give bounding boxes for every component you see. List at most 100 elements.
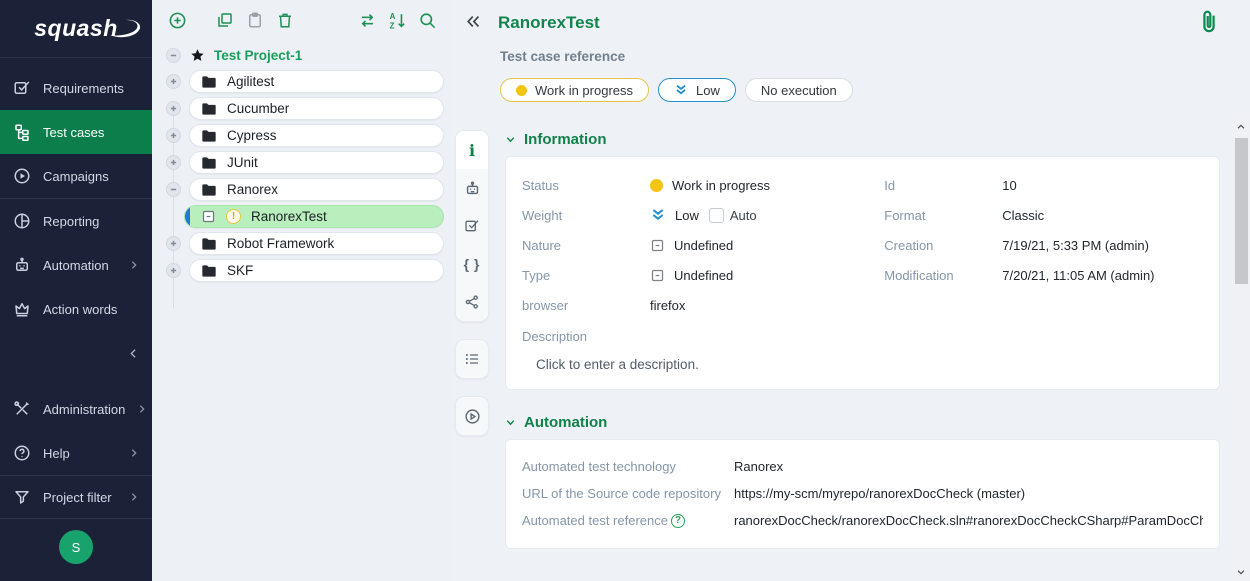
scrollbar-thumb[interactable] <box>1235 138 1248 284</box>
attachments-button[interactable] <box>1198 9 1220 35</box>
double-chevron-down-icon <box>674 83 688 97</box>
tab-executions[interactable] <box>456 397 488 435</box>
anchor-group-executions <box>455 396 489 436</box>
field-automated-test-reference: Automated test reference ? ranorexDocChe… <box>522 507 1203 534</box>
folder-row[interactable]: Agilitest <box>189 70 444 93</box>
test-case-tree-panel: AZ Test Project-1 Agilitest <box>152 0 452 581</box>
folder-row[interactable]: Ranorex <box>189 178 444 201</box>
chevron-down-icon <box>505 417 516 428</box>
weight-value[interactable]: Low <box>650 207 699 223</box>
status-badges: Work in progress Low No execution <box>500 78 853 102</box>
execution-badge[interactable]: No execution <box>745 78 853 102</box>
collapse-panel-button[interactable] <box>465 13 482 30</box>
user-avatar[interactable]: S <box>59 530 93 564</box>
browser-value[interactable]: firefox <box>650 298 685 313</box>
expand-node-button[interactable] <box>166 236 181 251</box>
tree-node-test-case-selected: ! RanorexTest <box>152 203 452 230</box>
tab-datasets[interactable] <box>456 283 488 321</box>
auto-weight-checkbox[interactable] <box>709 208 724 223</box>
field-label: browser <box>522 298 650 313</box>
repository-url-value[interactable]: https://my-scm/myrepo/ranorexDocCheck (m… <box>734 486 1025 501</box>
status-badge[interactable]: Work in progress <box>500 78 649 102</box>
expand-node-button[interactable] <box>166 74 181 89</box>
folder-label: Agilitest <box>227 74 274 89</box>
new-item-button[interactable] <box>166 9 188 31</box>
sidebar-item-automation[interactable]: Automation <box>0 243 152 287</box>
folder-row[interactable]: Cucumber <box>189 97 444 120</box>
exchange-arrows-icon <box>358 11 377 30</box>
automation-section-header[interactable]: Automation <box>505 414 1220 431</box>
nature-value[interactable]: Undefined <box>650 238 733 253</box>
sidebar-item-help[interactable]: Help <box>0 431 152 475</box>
tab-test-steps[interactable] <box>456 340 488 378</box>
sidebar-item-project-filter[interactable]: Project filter <box>0 476 152 518</box>
copy-button[interactable] <box>214 9 236 31</box>
project-filter-funnel-icon <box>13 488 31 506</box>
weight-badge[interactable]: Low <box>658 78 736 102</box>
information-section-header[interactable]: Information <box>505 131 1220 148</box>
sidebar-item-label: Reporting <box>43 214 99 229</box>
information-card: Status Work in progress Weight Low <box>505 156 1220 390</box>
page-subtitle: Test case reference <box>500 49 625 64</box>
sidebar-item-action-words[interactable]: Action words <box>0 287 152 331</box>
modification-value: 7/20/21, 11:05 AM (admin) <box>1002 268 1154 283</box>
sidebar-item-administration[interactable]: Administration <box>0 387 152 431</box>
description-placeholder[interactable]: Click to enter a description. <box>536 357 1203 372</box>
tree-node-project[interactable]: Test Project-1 <box>152 42 452 68</box>
help-tooltip-icon[interactable]: ? <box>671 514 685 528</box>
tree-node-folder: SKF <box>152 257 452 284</box>
expand-node-button[interactable] <box>166 101 181 116</box>
test-case-row[interactable]: ! RanorexTest <box>184 205 444 228</box>
expand-node-button[interactable] <box>166 155 181 170</box>
squash-logo[interactable]: squash <box>0 0 152 58</box>
folder-label: Ranorex <box>227 182 278 197</box>
field-label: Modification <box>884 268 1002 283</box>
folder-row[interactable]: Robot Framework <box>189 232 444 255</box>
tab-automation[interactable] <box>456 169 488 207</box>
tree-node-folder: Cypress <box>152 122 452 149</box>
delete-button[interactable] <box>274 9 296 31</box>
sidebar-item-test-cases[interactable]: Test cases <box>0 110 152 154</box>
collapse-node-button[interactable] <box>166 182 181 197</box>
expand-node-button[interactable] <box>166 128 181 143</box>
square-minus-icon <box>650 238 665 253</box>
expand-node-button[interactable] <box>166 263 181 278</box>
field-label: Weight <box>522 208 650 223</box>
folder-row[interactable]: Cypress <box>189 124 444 147</box>
technology-value[interactable]: Ranorex <box>734 459 783 474</box>
sidebar-item-label: Test cases <box>43 125 104 140</box>
type-value[interactable]: Undefined <box>650 268 733 283</box>
tab-verified-requirements[interactable] <box>456 207 488 245</box>
weight-badge-label: Low <box>696 83 720 98</box>
field-browser: browser firefox <box>522 290 850 320</box>
field-nature: Nature Undefined <box>522 230 850 260</box>
double-chevron-left-icon <box>465 13 482 30</box>
collapse-node-button[interactable] <box>166 48 181 63</box>
test-reference-value[interactable]: ranorexDocCheck/ranorexDocCheck.sln#rano… <box>734 513 1203 528</box>
tab-information[interactable]: i <box>456 131 488 169</box>
sidebar-item-campaigns[interactable]: Campaigns <box>0 154 152 198</box>
content-scrollbar[interactable] <box>1232 118 1250 581</box>
folder-icon <box>201 129 217 143</box>
sidebar-item-requirements[interactable]: Requirements <box>0 66 152 110</box>
scroll-down-button[interactable] <box>1232 563 1250 581</box>
paste-button[interactable] <box>244 9 266 31</box>
folder-icon <box>201 156 217 170</box>
anchor-tab-bar: i { } <box>452 118 490 581</box>
status-value[interactable]: Work in progress <box>650 178 770 193</box>
clipboard-icon <box>246 11 264 29</box>
field-label: URL of the Source code repository <box>522 486 734 501</box>
sort-button[interactable]: AZ <box>386 9 408 31</box>
folder-row[interactable]: SKF <box>189 259 444 282</box>
folder-row[interactable]: JUnit <box>189 151 444 174</box>
scroll-up-button[interactable] <box>1232 118 1250 136</box>
sidebar-item-label: Campaigns <box>43 169 109 184</box>
sidebar-item-reporting[interactable]: Reporting <box>0 199 152 243</box>
detail-body: i { } <box>452 118 1250 581</box>
tab-parameters[interactable]: { } <box>456 245 488 283</box>
field-id: Id 10 <box>884 170 1203 200</box>
import-export-button[interactable] <box>356 9 378 31</box>
sidebar-collapse-button[interactable] <box>0 335 152 371</box>
information-section-title: Information <box>524 131 607 148</box>
search-button[interactable] <box>416 9 438 31</box>
